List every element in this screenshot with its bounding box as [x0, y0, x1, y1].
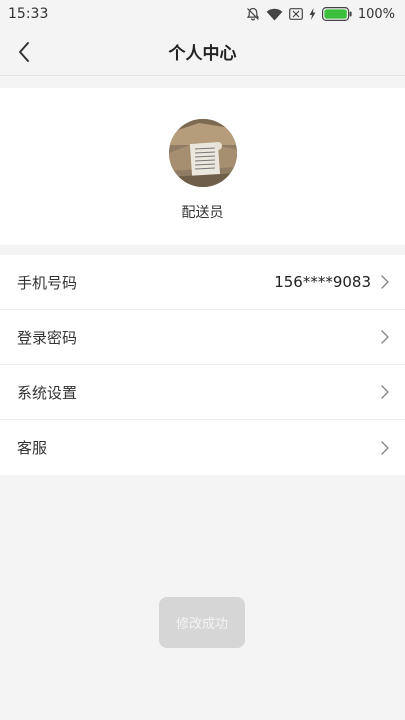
menu-item-label: 客服: [17, 439, 48, 457]
chevron-right-icon: [381, 440, 389, 455]
phone-number-value: 156****9083: [274, 273, 371, 291]
chevron-right-icon: [381, 385, 389, 399]
status-time: 15:33: [8, 6, 49, 22]
menu-item-label: 手机号码: [17, 273, 78, 292]
menu-item-label: 系统设置: [17, 383, 78, 402]
charging-icon: [309, 8, 316, 20]
menu-item-settings[interactable]: 系统设置: [0, 365, 405, 420]
toast-text: 修改成功: [175, 617, 228, 632]
menu-item-phone[interactable]: 手机号码 156****9083: [0, 255, 405, 310]
battery-percent: 100%: [357, 6, 395, 22]
menu-item-label: 登录密码: [17, 328, 78, 347]
profile-card: 配送员: [0, 88, 405, 245]
battery-icon: [321, 7, 352, 21]
wifi-icon: [266, 8, 283, 21]
toast-message: 修改成功: [159, 597, 245, 648]
avatar-image: [168, 119, 237, 187]
navigation-bar: 个人中心: [0, 28, 405, 76]
avatar[interactable]: [168, 119, 237, 187]
sim-off-icon: [288, 8, 303, 20]
chevron-right-icon: [381, 330, 389, 344]
back-button[interactable]: [10, 38, 38, 66]
status-icons: 100%: [246, 7, 395, 22]
status-bar: 15:33 100%: [0, 0, 405, 28]
chevron-right-icon: [381, 275, 389, 289]
user-role: 配送员: [181, 205, 224, 221]
settings-menu: 手机号码 156****9083 登录密码 系统设置 客服: [0, 255, 405, 475]
menu-item-password[interactable]: 登录密码: [0, 310, 405, 365]
menu-item-customer-service[interactable]: 客服: [0, 420, 405, 475]
mute-bell-icon: [246, 7, 260, 21]
page-title: 个人中心: [168, 44, 237, 64]
back-arrow-icon: [19, 42, 29, 62]
